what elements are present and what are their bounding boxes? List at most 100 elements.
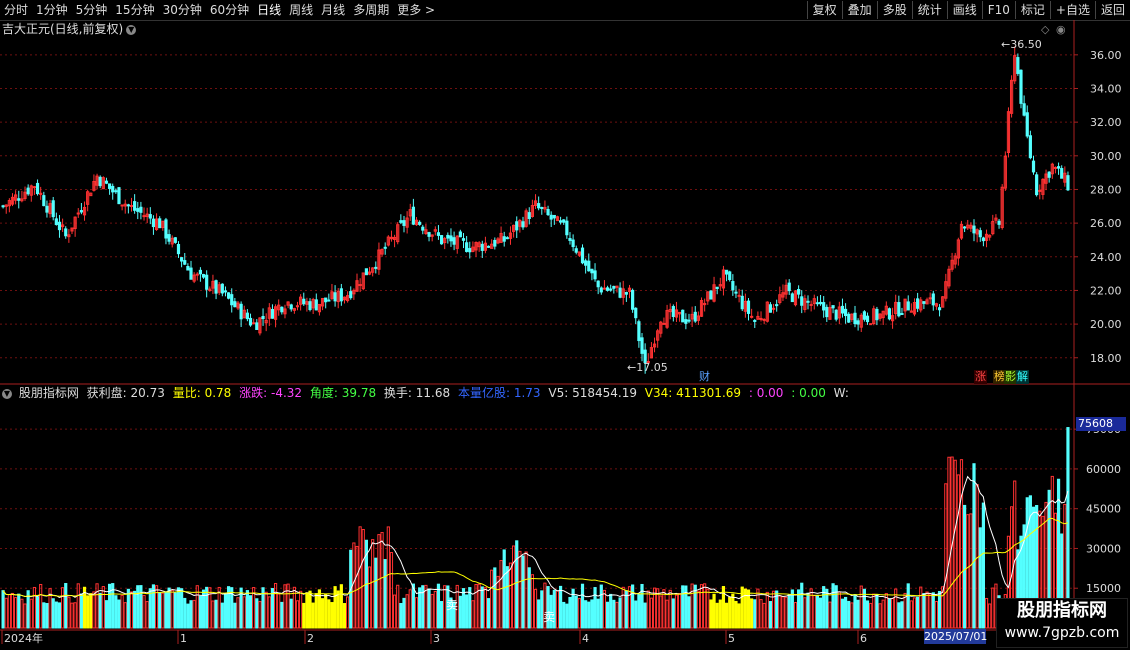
- volume-bar: [486, 598, 491, 629]
- volume-bar: [32, 586, 37, 629]
- field-angle: 角度: 39.78: [309, 386, 377, 400]
- candle-body: [230, 294, 234, 306]
- volume-bar: [352, 542, 356, 629]
- candle-body: [731, 281, 735, 291]
- candle-body: [164, 219, 168, 239]
- candle-body: [746, 300, 751, 314]
- volume-bar: [765, 591, 769, 629]
- volume-bar: [715, 602, 719, 629]
- volume-bar: [840, 598, 845, 629]
- chevron-down-icon[interactable]: ▼: [126, 24, 137, 35]
- volume-bar: [793, 602, 798, 629]
- candle-body: [54, 218, 58, 226]
- candle-body: [972, 225, 976, 234]
- candle-body: [302, 298, 306, 305]
- volume-bar: [371, 539, 375, 629]
- volume-bar: [214, 599, 218, 629]
- volume-bar: [120, 594, 124, 629]
- volume-bar: [806, 592, 810, 629]
- volume-bar: [211, 600, 215, 629]
- candle-body: [107, 183, 112, 189]
- x-tick-label: 5: [728, 632, 735, 645]
- volume-bar: [39, 583, 43, 629]
- candle-body: [759, 317, 763, 320]
- indicator-name[interactable]: 股朋指标网: [19, 386, 79, 400]
- candle-body: [176, 243, 181, 255]
- volume-bar: [643, 602, 647, 629]
- candle-body: [822, 302, 826, 311]
- candle-body: [493, 239, 497, 247]
- candle-body: [324, 297, 328, 303]
- candle-body: [126, 204, 130, 207]
- rise-badge[interactable]: 涨: [974, 370, 987, 384]
- volume-bar: [828, 601, 832, 629]
- candle-body: [928, 297, 932, 300]
- stock-title[interactable]: 吉大正元(日线,前复权): [2, 22, 123, 36]
- volume-bar: [812, 594, 816, 629]
- volume-bar: [665, 599, 669, 629]
- watermark-logo: 股朋指标网 www.7gpzb.com: [996, 598, 1128, 648]
- candle-body: [261, 315, 265, 320]
- chart-canvas[interactable]: 36.00 34.00 32.00 30.00 28.00 26.00 24.00 22.00…: [0, 0, 1130, 650]
- candle-body: [26, 187, 30, 195]
- volume-bar: [850, 602, 854, 629]
- chevron-down-icon[interactable]: ▼: [2, 388, 12, 399]
- candle-body: [57, 221, 62, 231]
- volume-bar: [142, 594, 146, 629]
- price-tick-label: 30.00: [1090, 150, 1122, 163]
- candle-body: [465, 242, 469, 252]
- candle-body: [233, 301, 237, 308]
- volume-bar: [959, 459, 964, 629]
- volume-bar: [612, 599, 616, 629]
- candle-body: [587, 260, 591, 272]
- candle-body: [521, 221, 525, 228]
- candle-body: [640, 337, 644, 354]
- volume-bar: [248, 595, 253, 629]
- candle-body: [590, 268, 594, 274]
- candle-body: [565, 220, 569, 236]
- volume-bar: [129, 591, 134, 629]
- unlock-badge[interactable]: 解: [1016, 370, 1029, 384]
- volume-bar: [966, 514, 970, 629]
- candle-body: [198, 269, 203, 275]
- candle-body: [383, 246, 387, 249]
- volume-bar: [515, 540, 519, 629]
- volume-bar: [718, 599, 722, 629]
- volume-bar: [418, 587, 422, 629]
- diamond-icon[interactable]: ◇: [1041, 23, 1049, 36]
- candle-body: [906, 301, 910, 311]
- finance-badge[interactable]: 财: [698, 370, 711, 384]
- volume-bar: [361, 529, 365, 629]
- volume-bar: [311, 602, 315, 629]
- volume-bar: [258, 601, 262, 629]
- candle-body: [148, 214, 152, 219]
- candle-body: [687, 319, 691, 322]
- volume-bar: [580, 583, 585, 629]
- volume-bar: [502, 549, 506, 629]
- volume-bar: [183, 597, 187, 629]
- settings-circle-icon[interactable]: ◉: [1056, 23, 1066, 36]
- candle-body: [865, 315, 870, 323]
- volume-bar: [123, 602, 127, 629]
- volume-bar: [180, 588, 184, 629]
- candle-body: [540, 207, 544, 210]
- volume-bar: [668, 589, 672, 629]
- volume-bar: [392, 594, 397, 629]
- candle-body: [42, 195, 46, 207]
- candle-body: [158, 218, 162, 229]
- volume-bar: [602, 589, 607, 629]
- volume-bar: [270, 588, 275, 629]
- volume-bar: [493, 567, 497, 629]
- price-tick-label: 18.00: [1090, 352, 1122, 365]
- candle-body: [1, 205, 5, 208]
- volume-bar: [659, 595, 663, 629]
- volume-bar: [797, 589, 801, 629]
- volume-bar: [1, 590, 5, 629]
- watermark-title: 股朋指标网: [1017, 600, 1107, 621]
- candle-body: [79, 210, 83, 213]
- volume-bar: [505, 566, 509, 629]
- volume-bar: [859, 585, 863, 629]
- volume-bar: [139, 585, 143, 629]
- volume-bar: [699, 584, 704, 629]
- volume-bar: [596, 598, 600, 629]
